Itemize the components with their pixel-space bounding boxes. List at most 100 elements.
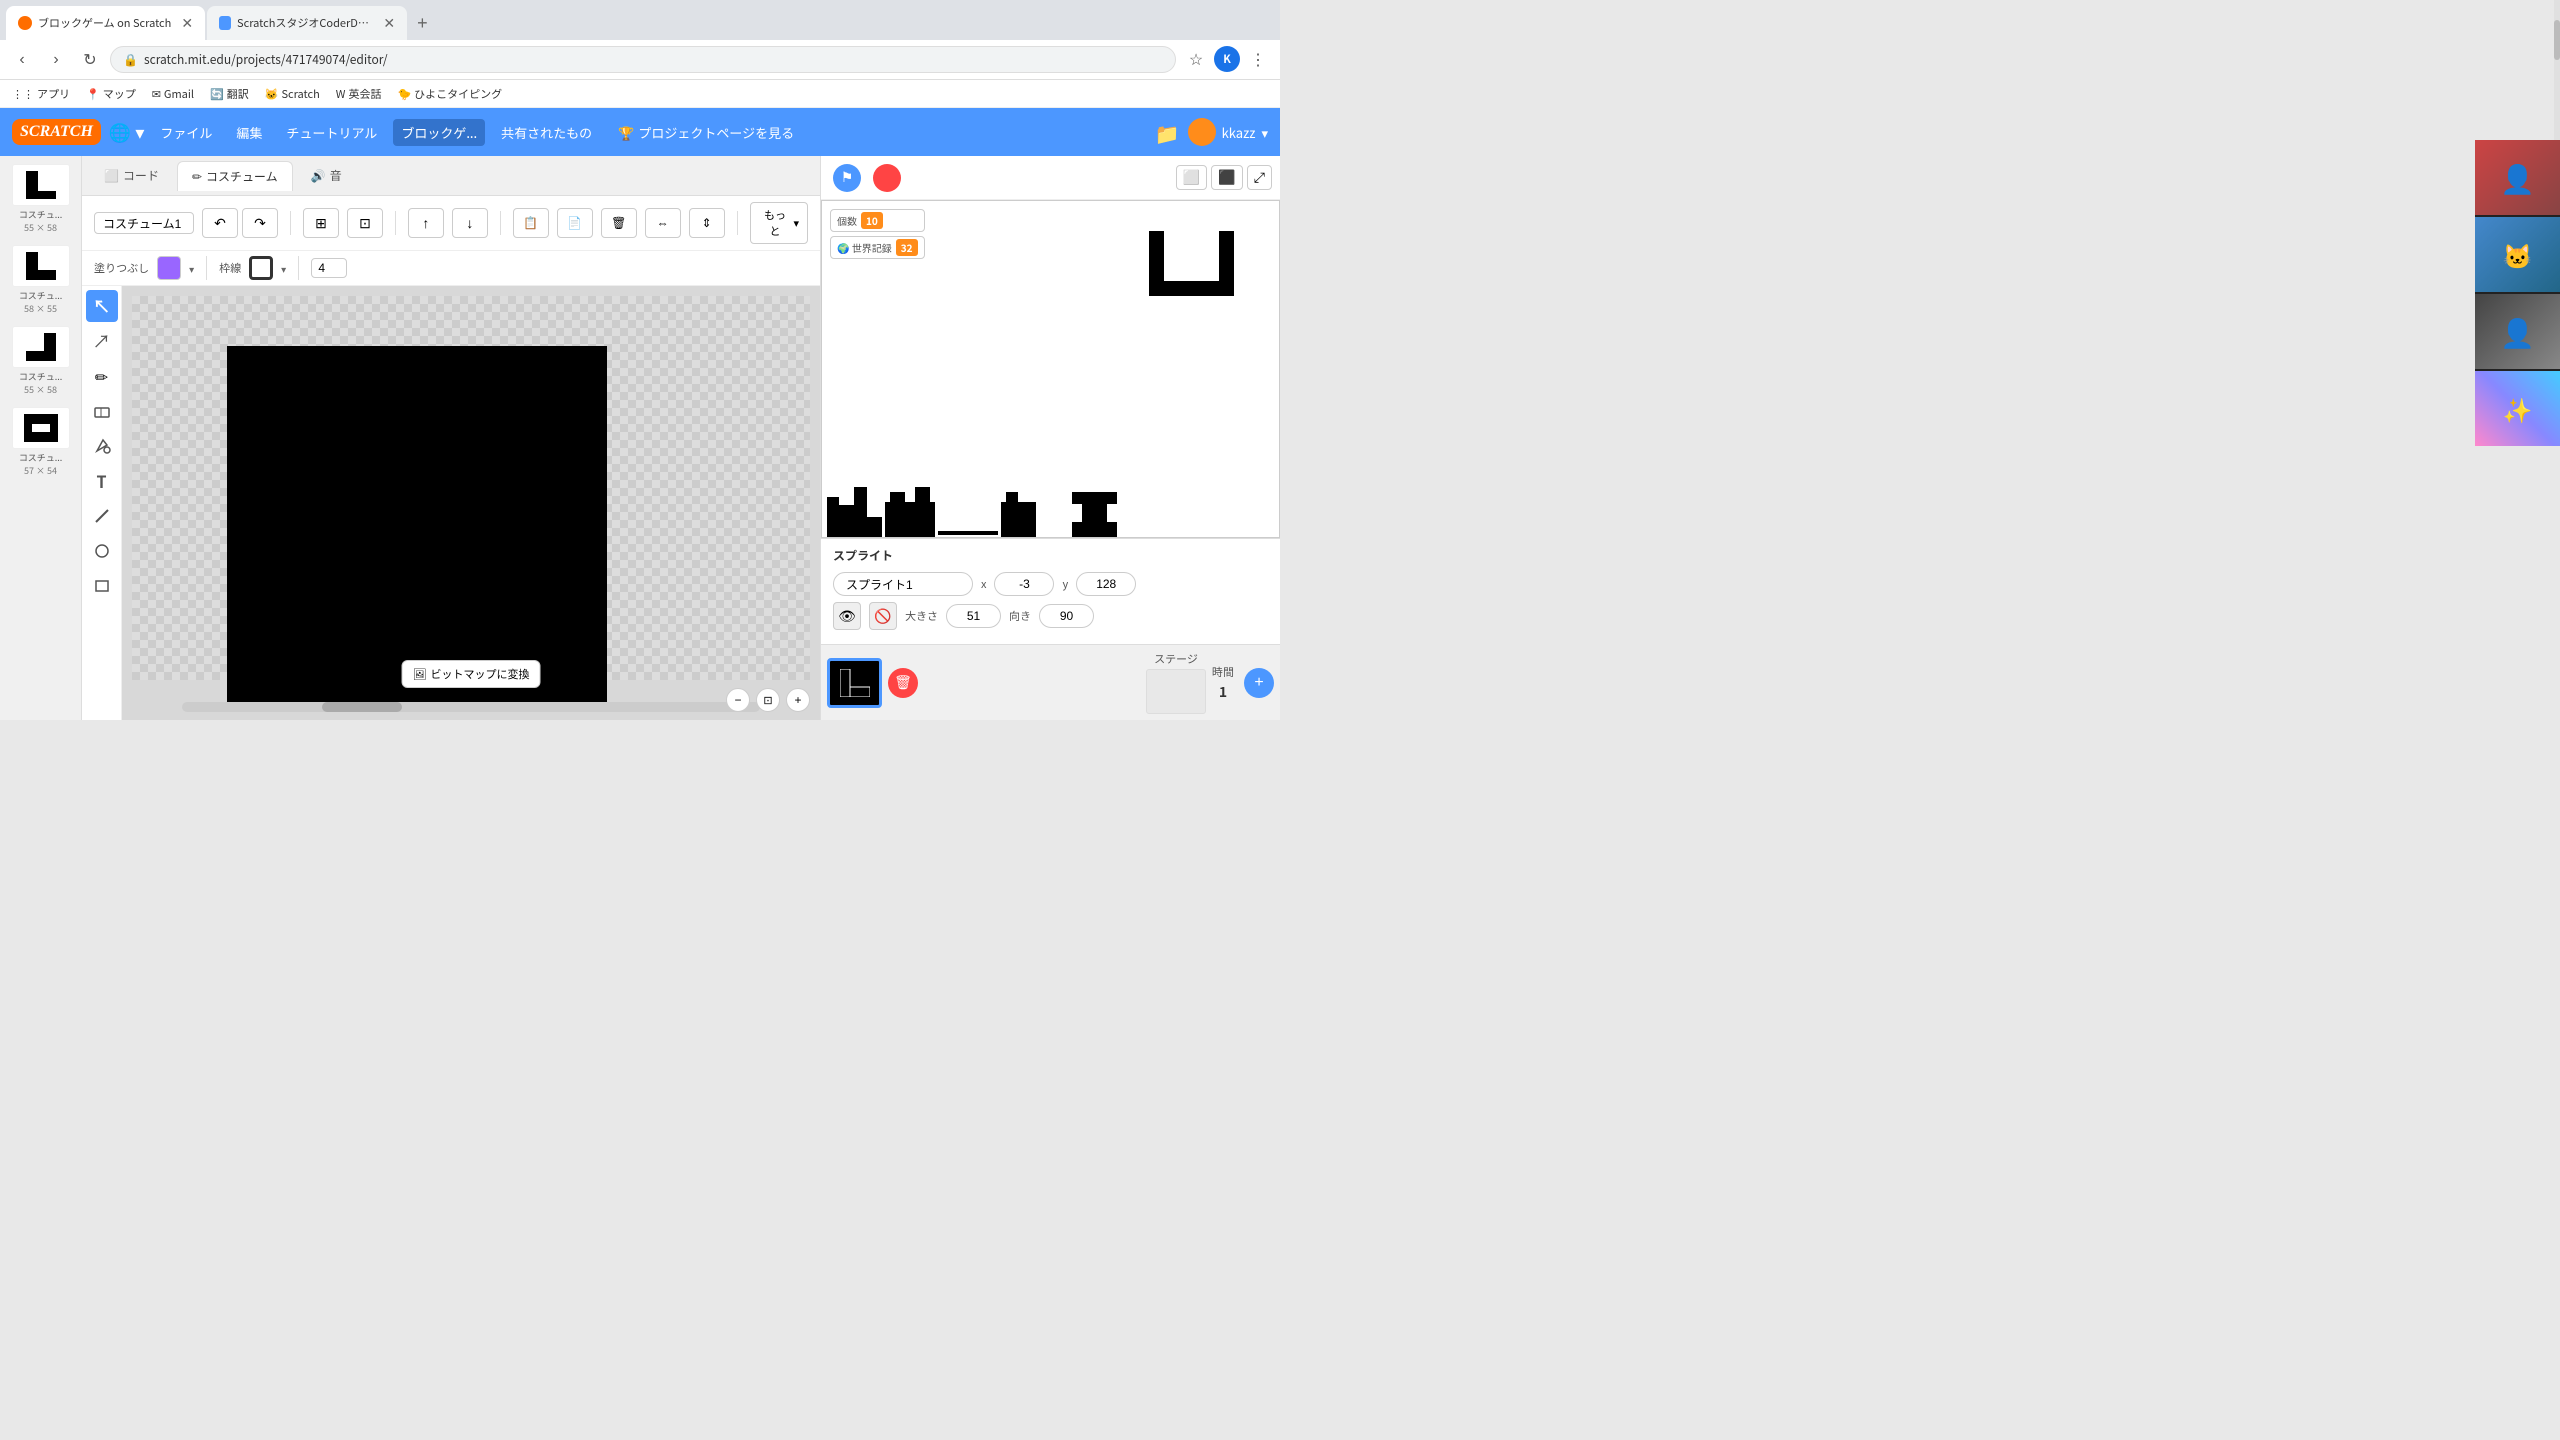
show-button[interactable]: 👁 xyxy=(833,602,861,630)
bookmark-maps[interactable]: 📍 マップ xyxy=(82,84,140,104)
apps-label: アプリ xyxy=(37,86,70,102)
eraser-icon xyxy=(93,402,111,420)
more-button[interactable]: もっと ▾ xyxy=(750,202,808,244)
separator-1 xyxy=(290,211,291,235)
rect-tool[interactable] xyxy=(86,570,118,602)
folder-icon[interactable]: 📁 xyxy=(1155,118,1180,147)
forward-button[interactable]: ↑ xyxy=(408,208,444,238)
back-button[interactable]: ‹ xyxy=(8,46,36,74)
group-button[interactable]: ⊞ xyxy=(303,208,339,238)
undo-button[interactable]: ↶ xyxy=(202,208,238,238)
refresh-button[interactable]: ↻ xyxy=(76,46,104,74)
x-input[interactable] xyxy=(994,572,1054,596)
zoom-out-button[interactable]: − xyxy=(726,688,750,712)
tab1-close[interactable]: ✕ xyxy=(181,13,193,33)
dir-input[interactable] xyxy=(1039,604,1094,628)
circle-tool[interactable] xyxy=(86,535,118,567)
nav-right: ☆ K ⋮ xyxy=(1182,46,1272,74)
forward-button[interactable]: › xyxy=(42,46,70,74)
bitmap-convert-button[interactable]: 🖼 ビットマップに変換 xyxy=(402,660,541,688)
bookmark-scratch[interactable]: 🐱 Scratch xyxy=(261,84,324,104)
delete-sprite-button[interactable]: 🗑 xyxy=(888,668,918,698)
copy-button[interactable]: 📋 xyxy=(513,208,549,238)
ungroup-button[interactable]: ⊡ xyxy=(347,208,383,238)
tab-1[interactable]: ブロックゲーム on Scratch ✕ xyxy=(6,6,205,40)
sprite-label-5: コスチュ... xyxy=(6,208,76,221)
flip-h-button[interactable]: ⇔ xyxy=(645,208,681,238)
more-button[interactable]: ⋮ xyxy=(1244,46,1272,74)
globe-button[interactable]: 🌐 ▾ xyxy=(109,119,144,145)
sprite-section-header: スプライト xyxy=(833,547,1268,564)
circle-icon xyxy=(93,542,111,560)
full-stage-button[interactable]: ⬛ xyxy=(1211,165,1242,190)
redo-button[interactable]: ↷ xyxy=(242,208,278,238)
user-avatar[interactable]: K xyxy=(1214,46,1240,72)
separator-2 xyxy=(395,211,396,235)
select-tool[interactable]: ↖ xyxy=(86,290,118,322)
sprite-name-input[interactable] xyxy=(833,572,973,596)
active-sprite-thumb[interactable] xyxy=(827,658,882,708)
stop-button[interactable] xyxy=(873,164,901,192)
canvas-hscrollbar[interactable] xyxy=(182,702,760,712)
nav-shared[interactable]: 共有されたもの xyxy=(493,119,600,146)
tab1-favicon xyxy=(18,16,32,30)
costume-name-input[interactable] xyxy=(94,212,194,234)
fill-color-swatch[interactable] xyxy=(157,256,181,280)
bookmark-english[interactable]: W 英会話 xyxy=(332,84,386,104)
separator-3 xyxy=(500,211,501,235)
bookmark-apps[interactable]: ⋮⋮ アプリ xyxy=(8,84,74,104)
tab-costume[interactable]: ✏ コスチューム xyxy=(177,161,293,191)
play-button[interactable]: ⚑ xyxy=(829,160,865,196)
nav-tutorial[interactable]: チュートリアル xyxy=(278,119,385,146)
sprite-item-8[interactable]: コスチュ... 57 × 54 xyxy=(4,403,77,481)
stage-game: 個数 10 🌍 世界記録 32 xyxy=(821,200,1280,538)
tab-code[interactable]: ⬜ コード xyxy=(90,161,173,190)
nav-project-page[interactable]: 🏆 プロジェクトページを見る xyxy=(608,119,804,146)
tab-2[interactable]: ScratchスタジオCoderDojo日進 ✕ xyxy=(207,6,407,40)
bookmark-gmail[interactable]: ✉ Gmail xyxy=(148,84,198,104)
sprite-thumb-5 xyxy=(12,164,70,206)
eraser-tool[interactable] xyxy=(86,395,118,427)
nav-file[interactable]: ファイル xyxy=(152,119,220,146)
bookmark-translate[interactable]: 🔄 翻訳 xyxy=(206,84,253,104)
fill-tool[interactable] xyxy=(86,430,118,462)
flip-v-button[interactable]: ⇕ xyxy=(689,208,725,238)
sprite-item-7[interactable]: コスチュ... 55 × 58 xyxy=(4,322,77,400)
add-sprite-button[interactable]: + xyxy=(1244,668,1274,698)
nav-project-name[interactable]: ブロックゲ... xyxy=(393,119,485,146)
node-tool[interactable]: ↗ xyxy=(86,325,118,357)
tab2-close[interactable]: ✕ xyxy=(383,13,395,33)
new-tab-button[interactable]: + xyxy=(409,9,436,38)
sprite-item-6[interactable]: コスチュ... 58 × 55 xyxy=(4,241,77,319)
webcam-1: 👤 xyxy=(2475,140,2560,215)
time-value: 1 xyxy=(1219,682,1227,702)
brush-tool[interactable]: ✏ xyxy=(86,360,118,392)
stage-thumb[interactable] xyxy=(1146,669,1206,714)
y-input[interactable] xyxy=(1076,572,1136,596)
address-bar[interactable]: 🔒 scratch.mit.edu/projects/471749074/edi… xyxy=(110,46,1176,73)
scratch-logo[interactable]: SCRATCH xyxy=(12,119,101,145)
tab-sound[interactable]: 🔊 音 xyxy=(297,161,356,190)
fullscreen-button[interactable]: ⤢ xyxy=(1247,165,1272,190)
sprite-size-6: 58 × 55 xyxy=(24,302,57,315)
backward-button[interactable]: ↓ xyxy=(452,208,488,238)
outline-color-swatch[interactable] xyxy=(249,256,273,280)
tool-sidebar: ↖ ↗ ✏ T xyxy=(82,286,122,720)
zoom-reset-button[interactable]: ⊡ xyxy=(756,688,780,712)
line-tool[interactable] xyxy=(86,500,118,532)
hide-button[interactable]: 🚫 xyxy=(869,602,897,630)
bookmark-typing[interactable]: 🐤 ひよこタイピング xyxy=(393,84,506,104)
nav-edit[interactable]: 編集 xyxy=(228,119,270,146)
delete-button[interactable]: 🗑 xyxy=(601,208,637,238)
zoom-in-button[interactable]: + xyxy=(786,688,810,712)
bookmark-button[interactable]: ☆ xyxy=(1182,46,1210,74)
small-stage-button[interactable]: ⬜ xyxy=(1176,165,1207,190)
webcam4-avatar: ✨ xyxy=(2503,391,2533,426)
size-input[interactable] xyxy=(946,604,1001,628)
sprite-item-5[interactable]: コスチュ... 55 × 58 xyxy=(4,160,77,238)
user-menu[interactable]: kkazz ▾ xyxy=(1188,118,1268,146)
user-dropdown-icon: ▾ xyxy=(1261,123,1268,142)
text-tool[interactable]: T xyxy=(86,465,118,497)
paste-button[interactable]: 📄 xyxy=(557,208,593,238)
stroke-width-input[interactable] xyxy=(311,258,347,278)
